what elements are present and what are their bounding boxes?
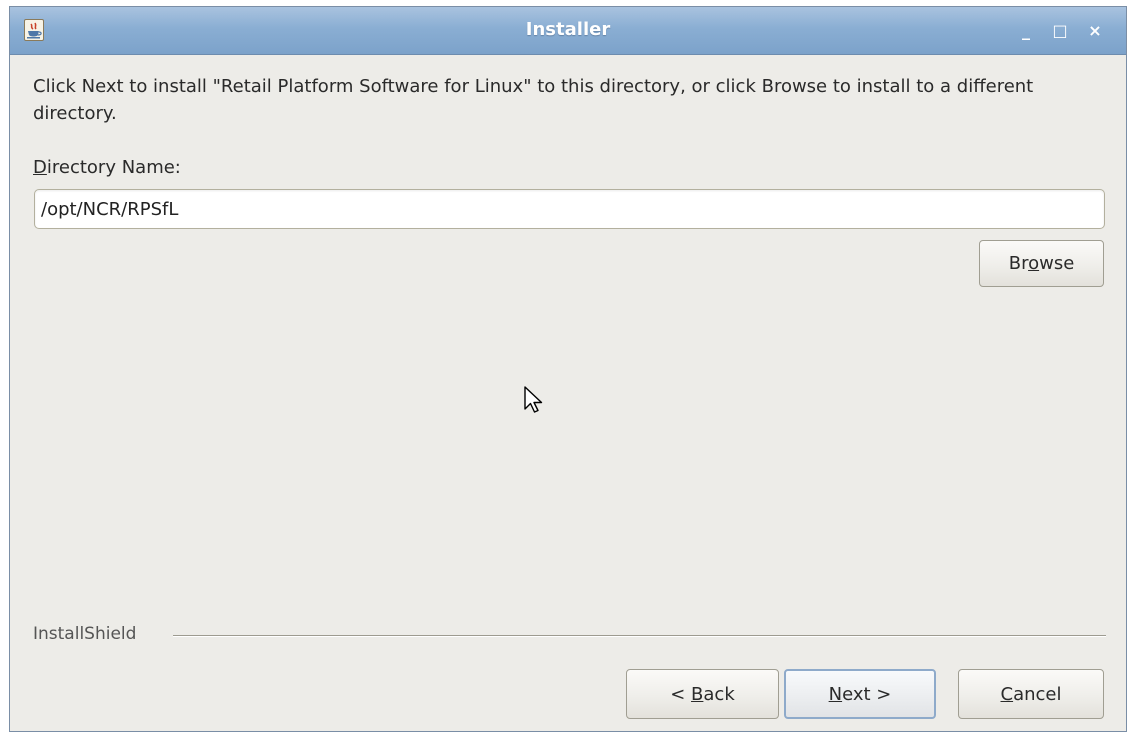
footer-divider (173, 635, 1106, 637)
instructions-text: Click Next to install "Retail Platform S… (33, 76, 1034, 124)
back-label-post: ack (703, 683, 735, 705)
browse-button[interactable]: Browse (979, 240, 1104, 287)
maximize-icon[interactable]: □ (1050, 21, 1070, 41)
directory-name-label: Directory Name: (33, 157, 181, 178)
directory-name-input[interactable] (34, 189, 1105, 229)
window-title: Installer (525, 19, 611, 40)
installshield-brand: InstallShield (33, 624, 145, 644)
browse-label-mnemonic: o (1028, 253, 1040, 274)
installer-window: Installer _ □ × Click Next to install "R… (9, 6, 1127, 732)
cancel-label-post: ancel (1013, 683, 1062, 705)
directory-label-text: irectory Name: (46, 157, 181, 178)
cancel-button[interactable]: Cancel (958, 669, 1104, 719)
minimize-icon[interactable]: _ (1016, 21, 1036, 41)
title-bar[interactable]: Installer _ □ × (10, 7, 1126, 55)
installer-panel: Click Next to install "Retail Platform S… (10, 55, 1126, 731)
close-icon[interactable]: × (1085, 21, 1105, 41)
back-label-mnemonic: B (691, 683, 704, 705)
next-button[interactable]: Next > (784, 669, 936, 719)
cancel-label-mnemonic: C (1000, 683, 1014, 705)
back-button[interactable]: < Back (626, 669, 779, 719)
back-label-pre: < (670, 683, 692, 705)
browse-label-pre: Br (1008, 253, 1029, 274)
browse-label-post: wse (1039, 253, 1075, 274)
mouse-cursor-icon (524, 386, 543, 413)
next-label-mnemonic: N (828, 683, 843, 705)
directory-label-mnemonic: D (33, 157, 47, 178)
next-label-post: ext > (842, 683, 892, 705)
